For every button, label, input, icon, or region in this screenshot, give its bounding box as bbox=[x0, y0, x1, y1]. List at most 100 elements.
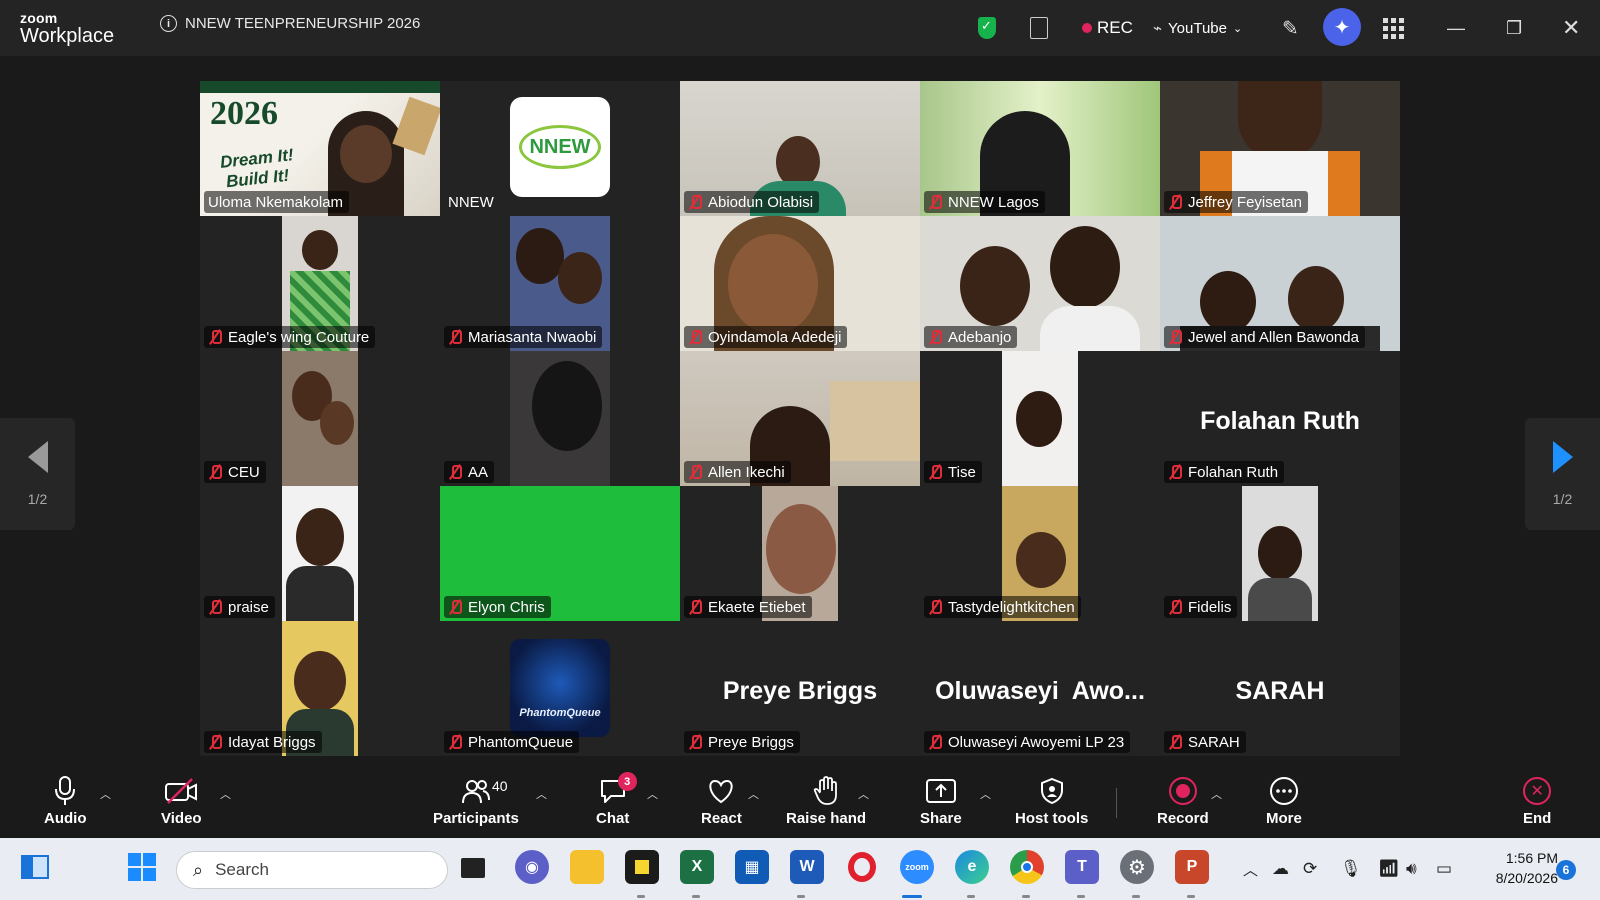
prev-page-button[interactable]: 1/2 bbox=[0, 418, 75, 530]
record-options-chevron-icon[interactable]: ︿ bbox=[1211, 786, 1222, 802]
raise-hand-options-chevron-icon[interactable]: ︿ bbox=[858, 786, 869, 802]
microphone-icon bbox=[54, 776, 76, 806]
video-tile[interactable]: CEU bbox=[200, 351, 440, 486]
meeting-info[interactable]: i NNEW TEENPRENEURSHIP 2026 bbox=[160, 15, 420, 32]
arrow-left-icon bbox=[27, 441, 48, 473]
share-button[interactable]: Share bbox=[920, 776, 962, 827]
clock[interactable]: 1:56 PM 8/20/2026 bbox=[1476, 848, 1558, 888]
video-tile[interactable]: praise bbox=[200, 486, 440, 621]
teams-icon[interactable]: T bbox=[1065, 850, 1099, 884]
microsoft-store-icon[interactable]: ▦ bbox=[735, 850, 769, 884]
video-tile[interactable]: Preye Briggs Preye Briggs bbox=[680, 621, 920, 756]
share-screen-icon bbox=[925, 776, 957, 806]
video-options-chevron-icon[interactable]: ︿ bbox=[220, 786, 231, 802]
rec-label: REC bbox=[1097, 18, 1133, 37]
video-button[interactable]: Video bbox=[161, 776, 202, 827]
annotate-pen-icon[interactable]: ✎ bbox=[1282, 0, 1299, 56]
video-tile[interactable]: Idayat Briggs bbox=[200, 621, 440, 756]
info-icon[interactable]: i bbox=[160, 15, 177, 32]
video-tile[interactable]: Adebanjo bbox=[920, 216, 1160, 351]
video-tile[interactable]: AA bbox=[440, 351, 680, 486]
mic-muted-icon bbox=[928, 465, 942, 479]
battery-icon[interactable]: ▭ bbox=[1436, 838, 1452, 900]
video-tile[interactable]: Mariasanta Nwaobi bbox=[440, 216, 680, 351]
end-label: End bbox=[1523, 810, 1552, 827]
show-hidden-icons-chevron-icon[interactable]: ︿ bbox=[1243, 838, 1258, 900]
volume-icon[interactable]: 🔊︎ bbox=[1406, 838, 1417, 900]
excel-icon[interactable]: X bbox=[680, 850, 714, 884]
video-tile[interactable]: Fidelis bbox=[1160, 486, 1400, 621]
microphone-tray-icon[interactable]: 🎙︎ bbox=[1340, 838, 1362, 900]
participants-options-chevron-icon[interactable]: ︿ bbox=[536, 786, 547, 802]
raise-hand-button[interactable]: Raise hand bbox=[786, 776, 866, 827]
running-indicator bbox=[967, 895, 975, 898]
video-tile[interactable]: Tise bbox=[920, 351, 1160, 486]
file-explorer-icon[interactable] bbox=[570, 850, 604, 884]
video-tile[interactable]: Allen Ikechi bbox=[680, 351, 920, 486]
video-tile[interactable]: Tastydelightkitchen bbox=[920, 486, 1160, 621]
record-button[interactable]: Record bbox=[1157, 776, 1209, 827]
close-button[interactable]: ✕ bbox=[1562, 0, 1580, 56]
react-options-chevron-icon[interactable]: ︿ bbox=[748, 786, 759, 802]
word-icon[interactable]: W bbox=[790, 850, 824, 884]
windows-start-icon[interactable] bbox=[125, 850, 159, 884]
ai-companion-button[interactable]: ✦ bbox=[1323, 8, 1361, 46]
participant-label: Abiodun Olabisi bbox=[684, 191, 820, 213]
video-tile[interactable]: Jewel and Allen Bawonda bbox=[1160, 216, 1400, 351]
settings-gear-icon[interactable]: ⚙ bbox=[1120, 850, 1154, 884]
chat-button[interactable]: 3 Chat bbox=[596, 772, 637, 827]
video-tile[interactable]: Elyon Chris bbox=[440, 486, 680, 621]
video-tile[interactable]: Folahan Ruth Folahan Ruth bbox=[1160, 351, 1400, 486]
video-tile[interactable]: Jeffrey Feyisetan bbox=[1160, 81, 1400, 216]
video-tile[interactable]: NNEW Lagos bbox=[920, 81, 1160, 216]
taskbar-search-input[interactable]: ⌕ Search bbox=[176, 851, 448, 889]
video-tile[interactable]: NNEW NNEW bbox=[440, 81, 680, 216]
video-tile[interactable]: SARAH SARAH bbox=[1160, 621, 1400, 756]
host-tools-button[interactable]: Host tools bbox=[1015, 776, 1088, 827]
chrome-icon[interactable] bbox=[1010, 850, 1044, 884]
mic-muted-icon bbox=[928, 600, 942, 614]
share-options-chevron-icon[interactable]: ︿ bbox=[980, 786, 991, 802]
video-tile[interactable]: Ekaete Etiebet bbox=[680, 486, 920, 621]
minimize-button[interactable]: — bbox=[1447, 0, 1465, 56]
participants-button[interactable]: 40 Participants bbox=[433, 776, 519, 827]
powerpoint-icon[interactable]: P bbox=[1175, 850, 1209, 884]
audio-button[interactable]: Audio bbox=[44, 776, 87, 827]
meeting-toolbar: Audio ︿ Video ︿ 40 Participants ︿ 3 Chat… bbox=[0, 768, 1600, 838]
sticky-notes-icon[interactable] bbox=[625, 850, 659, 884]
video-tile[interactable]: 2026 Dream It! Build It! Uloma Nkemakola… bbox=[200, 81, 440, 216]
participant-label: Uloma Nkemakolam bbox=[204, 191, 350, 213]
participant-label: AA bbox=[444, 461, 495, 483]
audio-options-chevron-icon[interactable]: ︿ bbox=[100, 786, 111, 802]
chat-options-chevron-icon[interactable]: ︿ bbox=[647, 786, 658, 802]
video-tile[interactable]: Abiodun Olabisi bbox=[680, 81, 920, 216]
edge-icon[interactable]: e bbox=[955, 850, 989, 884]
chat-app-icon[interactable]: ◉ bbox=[515, 850, 549, 884]
video-tile[interactable]: PhantomQueue PhantomQueue bbox=[440, 621, 680, 756]
notification-badge[interactable]: 6 bbox=[1556, 860, 1576, 880]
cloud-sync-icon[interactable]: ☁ bbox=[1272, 838, 1289, 900]
mic-muted-icon bbox=[208, 465, 222, 479]
video-tile[interactable]: Eagle's wing Couture bbox=[200, 216, 440, 351]
raise-hand-label: Raise hand bbox=[786, 810, 867, 827]
end-meeting-button[interactable]: ✕ End bbox=[1523, 776, 1551, 827]
restore-button[interactable]: ❐ bbox=[1506, 0, 1522, 56]
more-button[interactable]: More bbox=[1266, 776, 1302, 827]
widgets-icon[interactable] bbox=[18, 850, 52, 884]
apps-grid-button[interactable] bbox=[1383, 0, 1404, 56]
title-bar: zoom Workplace i NNEW TEENPRENEURSHIP 20… bbox=[0, 0, 1600, 56]
notes-icon[interactable] bbox=[1030, 0, 1048, 56]
video-tile[interactable]: Oyindamola Adedeji bbox=[680, 216, 920, 351]
recording-indicator[interactable]: REC bbox=[1082, 0, 1133, 56]
wifi-icon[interactable]: 📶︎ bbox=[1378, 838, 1400, 900]
opera-icon[interactable] bbox=[845, 850, 879, 884]
task-view-icon[interactable] bbox=[461, 858, 485, 878]
video-tile[interactable]: Oluwaseyi Awo... Oluwaseyi Awoyemi LP 23 bbox=[920, 621, 1160, 756]
react-button[interactable]: React bbox=[701, 776, 742, 827]
next-page-button[interactable]: 1/2 bbox=[1525, 418, 1600, 530]
participant-label: Preye Briggs bbox=[684, 731, 800, 753]
zoom-icon[interactable]: zoom bbox=[900, 850, 934, 884]
encryption-shield-icon[interactable] bbox=[978, 0, 996, 56]
sync-icon[interactable]: ⟳ bbox=[1303, 838, 1317, 900]
livestream-dropdown[interactable]: ⌁ YouTube ⌄ bbox=[1153, 0, 1242, 56]
